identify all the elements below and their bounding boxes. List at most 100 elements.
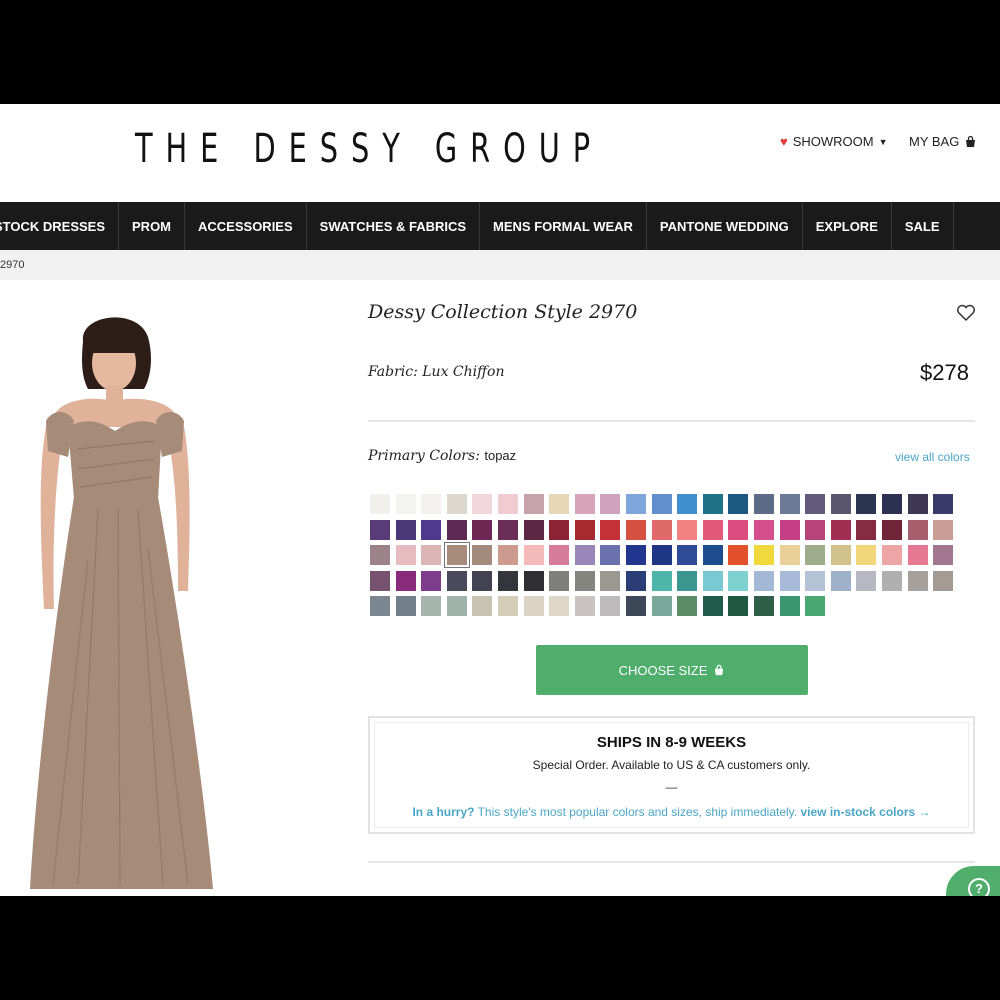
color-swatch[interactable] <box>702 494 723 514</box>
color-swatch[interactable] <box>472 596 493 616</box>
nav-accessories[interactable]: ACCESSORIES <box>185 202 307 250</box>
color-swatch[interactable] <box>728 570 749 591</box>
site-logo[interactable]: THE DESSY GROUP <box>135 126 603 172</box>
color-swatch[interactable] <box>882 570 902 591</box>
nav-explore[interactable]: EXPLORE <box>803 202 892 250</box>
color-swatch[interactable] <box>600 494 621 514</box>
color-swatch[interactable] <box>805 570 826 591</box>
product-image[interactable] <box>28 309 228 894</box>
color-swatch[interactable] <box>600 545 621 565</box>
color-swatch[interactable] <box>779 519 800 540</box>
color-swatch[interactable] <box>805 545 826 565</box>
color-swatch[interactable] <box>856 570 877 591</box>
color-swatch[interactable] <box>498 519 518 540</box>
choose-size-button[interactable]: CHOOSE SIZE <box>536 645 808 695</box>
color-swatch[interactable] <box>523 494 544 514</box>
color-swatch[interactable] <box>754 545 774 565</box>
color-swatch[interactable] <box>370 596 390 616</box>
color-swatch[interactable] <box>626 570 646 591</box>
color-swatch[interactable] <box>498 545 518 565</box>
color-swatch[interactable] <box>779 570 800 591</box>
color-swatch[interactable] <box>754 519 774 540</box>
color-swatch[interactable] <box>574 494 595 514</box>
color-swatch[interactable] <box>523 596 544 616</box>
color-swatch[interactable] <box>856 494 877 514</box>
color-swatch[interactable] <box>574 519 595 540</box>
wishlist-heart-icon[interactable] <box>956 304 976 322</box>
color-swatch[interactable] <box>933 570 954 591</box>
color-swatch[interactable] <box>651 596 672 616</box>
color-swatch[interactable] <box>779 545 800 565</box>
color-swatch[interactable] <box>574 545 595 565</box>
color-swatch[interactable] <box>779 596 800 616</box>
color-swatch[interactable] <box>421 494 442 514</box>
color-swatch[interactable] <box>651 545 672 565</box>
color-swatch[interactable] <box>728 519 749 540</box>
color-swatch[interactable] <box>702 570 723 591</box>
color-swatch[interactable] <box>626 596 646 616</box>
nav-stock-dresses[interactable]: STOCK DRESSES <box>0 202 120 250</box>
color-swatch[interactable] <box>421 545 442 565</box>
color-swatch[interactable] <box>907 545 928 565</box>
nav-pantone-wedding[interactable]: PANTONE WEDDING <box>647 202 803 250</box>
color-swatch[interactable] <box>498 570 518 591</box>
color-swatch[interactable] <box>421 596 442 616</box>
color-swatch[interactable] <box>779 494 800 514</box>
color-swatch[interactable] <box>370 519 390 540</box>
color-swatch[interactable] <box>549 494 570 514</box>
color-swatch[interactable] <box>728 494 749 514</box>
color-swatch[interactable] <box>651 519 672 540</box>
color-swatch[interactable] <box>882 494 902 514</box>
color-swatch[interactable] <box>498 596 518 616</box>
color-swatch[interactable] <box>728 545 749 565</box>
color-swatch[interactable] <box>651 570 672 591</box>
color-swatch[interactable] <box>830 570 851 591</box>
color-swatch[interactable] <box>702 519 723 540</box>
color-swatch[interactable] <box>472 494 493 514</box>
color-swatch[interactable] <box>472 570 493 591</box>
color-swatch[interactable] <box>600 596 621 616</box>
color-swatch[interactable] <box>907 519 928 540</box>
color-swatch[interactable] <box>856 519 877 540</box>
color-swatch[interactable] <box>549 519 570 540</box>
color-swatch[interactable] <box>472 545 493 565</box>
color-swatch[interactable] <box>882 545 902 565</box>
nav-sale[interactable]: SALE <box>892 202 954 250</box>
color-swatch[interactable] <box>443 542 470 568</box>
color-swatch[interactable] <box>754 596 774 616</box>
color-swatch[interactable] <box>677 545 698 565</box>
color-swatch[interactable] <box>754 494 774 514</box>
color-swatch[interactable] <box>702 545 723 565</box>
my-bag-link[interactable]: MY BAG <box>909 134 977 149</box>
color-swatch[interactable] <box>395 596 416 616</box>
color-swatch[interactable] <box>754 570 774 591</box>
color-swatch[interactable] <box>600 570 621 591</box>
color-swatch[interactable] <box>549 570 570 591</box>
color-swatch[interactable] <box>677 596 698 616</box>
color-swatch[interactable] <box>933 545 954 565</box>
color-swatch[interactable] <box>370 545 390 565</box>
color-swatch[interactable] <box>446 570 467 591</box>
color-swatch[interactable] <box>421 570 442 591</box>
color-swatch[interactable] <box>446 519 467 540</box>
color-swatch[interactable] <box>626 494 646 514</box>
color-swatch[interactable] <box>805 519 826 540</box>
color-swatch[interactable] <box>523 545 544 565</box>
color-swatch[interactable] <box>472 519 493 540</box>
color-swatch[interactable] <box>677 519 698 540</box>
color-swatch[interactable] <box>498 494 518 514</box>
color-swatch[interactable] <box>907 494 928 514</box>
color-swatch[interactable] <box>446 596 467 616</box>
color-swatch[interactable] <box>523 570 544 591</box>
view-all-colors-link[interactable]: view all colors <box>895 450 970 464</box>
nav-swatches-fabrics[interactable]: SWATCHES & FABRICS <box>307 202 481 250</box>
color-swatch[interactable] <box>830 494 851 514</box>
color-swatch[interactable] <box>574 596 595 616</box>
color-swatch[interactable] <box>882 519 902 540</box>
showroom-link[interactable]: ♥ SHOWROOM ▼ <box>780 134 888 149</box>
color-swatch[interactable] <box>626 545 646 565</box>
color-swatch[interactable] <box>600 519 621 540</box>
color-swatch[interactable] <box>856 545 877 565</box>
color-swatch[interactable] <box>395 494 416 514</box>
color-swatch[interactable] <box>574 570 595 591</box>
